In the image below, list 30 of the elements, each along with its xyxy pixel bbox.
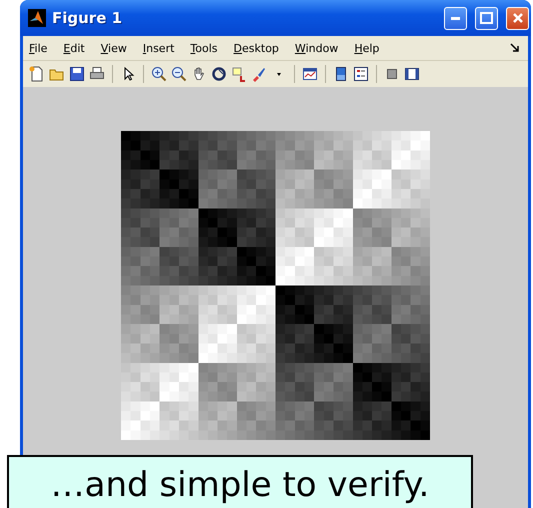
legend-icon[interactable] — [353, 66, 369, 82]
dock-arrow-icon[interactable] — [510, 43, 520, 53]
menu-item[interactable]: Edit — [63, 42, 85, 54]
minimize-icon — [451, 16, 460, 20]
menu-item[interactable]: Help — [354, 42, 380, 54]
menu-item[interactable]: Tools — [190, 42, 218, 54]
menu-item[interactable]: Desktop — [234, 42, 279, 54]
new-file-icon[interactable] — [29, 66, 45, 82]
show-plot-tools-icon[interactable] — [404, 66, 420, 82]
menu-item[interactable]: View — [100, 42, 127, 54]
data-cursor-icon[interactable] — [231, 66, 247, 82]
close-icon — [512, 12, 524, 24]
menu-item[interactable]: Window — [294, 42, 338, 54]
printer-icon[interactable] — [89, 66, 105, 82]
caption-text: …and simple to verify. — [50, 465, 430, 507]
menu-item[interactable]: Insert — [142, 42, 174, 54]
menu-item[interactable]: File — [29, 42, 48, 54]
peak-logo-icon — [28, 9, 46, 27]
maximize-icon — [480, 12, 493, 24]
minimize-button[interactable] — [444, 6, 467, 30]
zoom-out-icon[interactable] — [171, 66, 187, 82]
linked-plot-icon[interactable] — [302, 66, 318, 82]
maximize-button[interactable] — [475, 6, 498, 30]
window-title: Figure 1 — [52, 9, 124, 27]
zoom-in-icon[interactable] — [151, 66, 167, 82]
brush-icon[interactable] — [251, 66, 267, 82]
rotate-icon[interactable] — [211, 66, 227, 82]
hide-plot-tools-icon[interactable] — [384, 66, 400, 82]
close-button[interactable] — [506, 6, 529, 30]
colorbar-icon[interactable] — [333, 66, 349, 82]
